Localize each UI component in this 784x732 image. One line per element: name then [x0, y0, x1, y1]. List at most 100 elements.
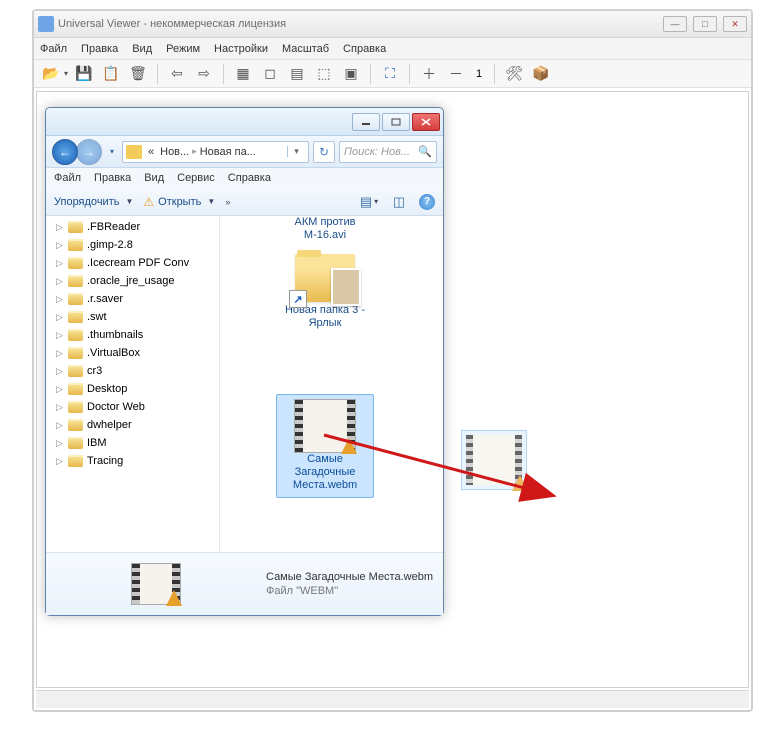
tree-item[interactable]: ▷Doctor Web: [46, 398, 219, 416]
explorer-window: ← → ▾ « Нов... ▸ Новая па... ▾ ↻ Поиск: …: [45, 107, 444, 616]
exp-menu-help[interactable]: Справка: [228, 172, 271, 184]
tree-item[interactable]: ▷Tracing: [46, 452, 219, 470]
explorer-toolbar: Упорядочить ▼ ⚠ Открыть ▼ » ▤▾ ◫ ?: [46, 188, 443, 216]
details-filename: Самые Загадочные Места.webm: [266, 571, 433, 583]
organize-button[interactable]: Упорядочить ▼: [54, 196, 133, 208]
window-title: Universal Viewer - некоммерческая лиценз…: [58, 18, 663, 30]
tree-label: dwhelper: [87, 419, 132, 431]
tree-item[interactable]: ▷cr3: [46, 362, 219, 380]
caret-icon: ▷: [55, 421, 64, 430]
file-item-shortcut[interactable]: ↗ Новая папка 3 -Ярлык: [280, 254, 370, 330]
details-filetype: Файл "WEBM": [266, 585, 433, 597]
menu-zoom[interactable]: Масштаб: [282, 43, 329, 55]
exp-menu-file[interactable]: Файл: [54, 172, 81, 184]
chevron-down-icon: ▼: [207, 197, 215, 206]
help-icon[interactable]: ?: [419, 194, 435, 210]
toolbar-overflow[interactable]: »: [225, 197, 230, 207]
tree-item[interactable]: ▷.r.saver: [46, 290, 219, 308]
tree-item[interactable]: ▷.VirtualBox: [46, 344, 219, 362]
shortcut-badge-icon: ↗: [289, 290, 307, 308]
tree-label: cr3: [87, 365, 102, 377]
print-icon[interactable]: 🗑: [127, 63, 149, 85]
page-prev-icon[interactable]: ◻: [259, 63, 281, 85]
fit-width-icon[interactable]: ⬚: [313, 63, 335, 85]
explorer-minimize-button[interactable]: [352, 113, 380, 131]
address-bar[interactable]: « Нов... ▸ Новая па... ▾: [122, 141, 309, 163]
maximize-button[interactable]: □: [693, 16, 717, 32]
search-icon: 🔍: [418, 145, 432, 158]
search-input[interactable]: Поиск: Нов... 🔍: [339, 141, 437, 163]
save-icon[interactable]: 💾: [73, 63, 95, 85]
caret-icon: ▷: [55, 241, 64, 250]
menu-edit[interactable]: Правка: [81, 43, 118, 55]
nav-history-dropdown[interactable]: ▾: [106, 143, 118, 161]
exp-menu-edit[interactable]: Правка: [94, 172, 131, 184]
explorer-navbar: ← → ▾ « Нов... ▸ Новая па... ▾ ↻ Поиск: …: [46, 136, 443, 168]
exp-menu-view[interactable]: Вид: [144, 172, 164, 184]
exp-menu-tools[interactable]: Сервис: [177, 172, 215, 184]
zoom-in-icon[interactable]: ＋: [418, 63, 440, 85]
zoom-out-icon[interactable]: －: [445, 63, 467, 85]
video-icon: [294, 399, 356, 453]
menu-mode[interactable]: Режим: [166, 43, 200, 55]
open-with-icon: ⚠: [143, 195, 154, 209]
explorer-close-button[interactable]: [412, 113, 440, 131]
folder-icon: [68, 329, 83, 341]
forward-icon[interactable]: ⇨: [193, 63, 215, 85]
menu-help[interactable]: Справка: [343, 43, 386, 55]
breadcrumb-1[interactable]: Нов...: [157, 146, 192, 158]
tree-item[interactable]: ▷.oracle_jre_usage: [46, 272, 219, 290]
file-item-video[interactable]: АКМ противM-16.avi: [280, 216, 370, 242]
nav-back-button[interactable]: ←: [52, 139, 78, 165]
file-list[interactable]: АКМ противM-16.avi ↗ Новая папка 3 -Ярлы…: [220, 216, 443, 552]
folder-icon: [68, 455, 83, 467]
breadcrumb-prefix[interactable]: «: [145, 146, 157, 158]
tree-item[interactable]: ▷IBM: [46, 434, 219, 452]
file-label: АКМ противM-16.avi: [280, 216, 370, 242]
details-pane: Самые Загадочные Места.webm Файл "WEBM": [46, 552, 443, 615]
address-dropdown[interactable]: ▾: [287, 146, 305, 157]
minimize-button[interactable]: —: [663, 16, 687, 32]
tree-label: .gimp-2.8: [87, 239, 133, 251]
explorer-maximize-button[interactable]: [382, 113, 410, 131]
menu-view[interactable]: Вид: [132, 43, 152, 55]
menu-file[interactable]: Файл: [40, 43, 67, 55]
explorer-titlebar[interactable]: [46, 108, 443, 136]
tools-icon[interactable]: 🛠: [503, 63, 525, 85]
caret-icon: ▷: [55, 349, 64, 358]
tree-item[interactable]: ▷Desktop: [46, 380, 219, 398]
page-first-icon[interactable]: ▦: [232, 63, 254, 85]
tree-item[interactable]: ▷ .gimp-2.8: [46, 236, 219, 254]
preview-pane-button[interactable]: ◫: [389, 192, 409, 212]
fullscreen-icon[interactable]: ⛶: [379, 63, 401, 85]
box-icon[interactable]: 📦: [530, 63, 552, 85]
page-next-icon[interactable]: ▤: [286, 63, 308, 85]
open-icon[interactable]: 📂: [40, 63, 62, 85]
tree-item[interactable]: ▷.FBReader: [46, 218, 219, 236]
tree-item[interactable]: ▷.Icecream PDF Conv: [46, 254, 219, 272]
tree-item[interactable]: ▷.thumbnails: [46, 326, 219, 344]
menu-settings[interactable]: Настройки: [214, 43, 268, 55]
folder-tree[interactable]: ▷.FBReader▷.gimp-2.8▷.Icecream PDF Conv▷…: [46, 216, 220, 552]
view-mode-button[interactable]: ▤▾: [359, 192, 379, 212]
folder-icon: [68, 401, 83, 413]
fit-page-icon[interactable]: ▣: [340, 63, 362, 85]
file-item-selected[interactable]: СамыеЗагадочныеМеста.webm: [276, 394, 374, 498]
main-titlebar[interactable]: Universal Viewer - некоммерческая лиценз…: [34, 11, 751, 38]
folder-icon: [68, 311, 83, 323]
tree-item[interactable]: ▷.swt: [46, 308, 219, 326]
close-button[interactable]: ✕: [723, 16, 747, 32]
back-icon[interactable]: ⇦: [166, 63, 188, 85]
tree-label: .oracle_jre_usage: [87, 275, 174, 287]
folder-icon: [68, 293, 83, 305]
organize-label: Упорядочить: [54, 196, 119, 208]
tree-label: .swt: [87, 311, 107, 323]
main-toolbar: 📂▾ 💾 📋 🗑 ⇦ ⇨ ▦ ◻ ▤ ⬚ ▣ ⛶ ＋ － 1 🛠 📦: [34, 60, 751, 88]
refresh-button[interactable]: ↻: [313, 141, 335, 163]
tree-item[interactable]: ▷ dwhelper: [46, 416, 219, 434]
open-button[interactable]: ⚠ Открыть ▼: [143, 195, 215, 209]
folder-icon: [68, 257, 83, 269]
nav-forward-button[interactable]: →: [76, 139, 102, 165]
copy-icon[interactable]: 📋: [100, 63, 122, 85]
breadcrumb-2[interactable]: Новая па...: [197, 146, 259, 158]
